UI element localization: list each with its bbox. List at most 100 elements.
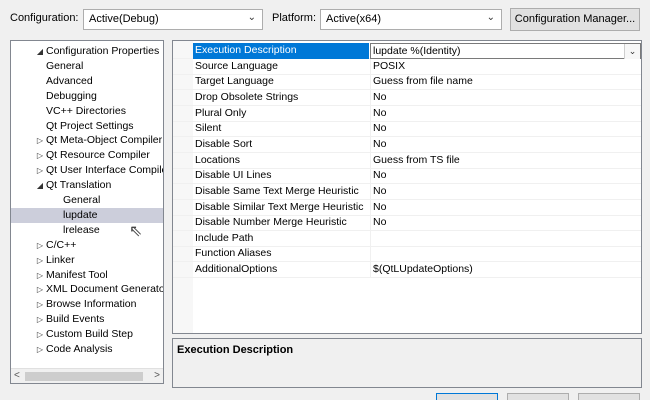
property-row[interactable]: Disable UI Lines No — [173, 168, 641, 185]
tree-item[interactable]: ▷ Qt Resource Compiler — [11, 148, 163, 163]
tree-item[interactable]: ▷ Custom Build Step — [11, 327, 163, 342]
property-name[interactable]: Locations — [193, 153, 369, 169]
tree-item[interactable]: General — [11, 59, 163, 74]
property-value[interactable]: POSIX — [370, 58, 641, 75]
cancel-button[interactable] — [507, 393, 569, 400]
tree-item-label: General — [46, 59, 84, 72]
property-value[interactable]: Guess from file name — [370, 74, 641, 91]
collapsed-arrow-icon[interactable]: ▷ — [35, 133, 45, 148]
property-name[interactable]: Source Language — [193, 59, 369, 75]
property-value[interactable]: No — [370, 105, 641, 122]
property-row[interactable]: Plural Only No — [173, 105, 641, 122]
tree-item[interactable]: VC++ Directories — [11, 104, 163, 119]
property-grid[interactable]: Execution Description lupdate %(Identity)… — [172, 40, 642, 334]
collapsed-arrow-icon[interactable]: ▷ — [35, 297, 45, 312]
tree-item[interactable]: ▷ Qt User Interface Compiler — [11, 163, 163, 178]
property-name[interactable]: Drop Obsolete Strings — [193, 90, 369, 106]
collapsed-arrow-icon[interactable]: ▷ — [35, 342, 45, 357]
property-row[interactable]: Execution Description lupdate %(Identity)… — [173, 43, 641, 59]
apply-button[interactable] — [578, 393, 640, 400]
property-row[interactable]: Locations Guess from TS file — [173, 152, 641, 169]
tree-item[interactable]: ◢ Configuration Properties — [11, 44, 163, 59]
collapsed-arrow-icon[interactable]: ▷ — [35, 148, 45, 163]
property-row[interactable]: Include Path — [173, 230, 641, 247]
tree-item[interactable]: ◢ Qt Translation — [11, 178, 163, 193]
property-row[interactable]: Silent No — [173, 121, 641, 138]
tree-item[interactable]: ▷ Browse Information — [11, 297, 163, 312]
tree-item[interactable]: ▷ Code Analysis — [11, 342, 163, 357]
property-value[interactable]: lupdate %(Identity) ⌄ — [370, 43, 641, 59]
configuration-dropdown[interactable]: Active(Debug) ⌄ — [83, 9, 263, 30]
collapsed-arrow-icon[interactable]: ▷ — [35, 282, 45, 297]
tree-item-label: Code Analysis — [46, 343, 113, 355]
property-name[interactable]: Disable Similar Text Merge Heuristic — [193, 200, 369, 216]
property-value[interactable]: Guess from TS file — [370, 152, 641, 169]
property-row[interactable]: Disable Number Merge Heuristic No — [173, 215, 641, 232]
property-name[interactable]: AdditionalOptions — [193, 262, 369, 278]
tree-item-label: lupdate — [63, 208, 98, 221]
property-value[interactable]: No — [370, 136, 641, 153]
property-value[interactable]: $(QtLUpdateOptions) — [370, 262, 641, 279]
collapsed-arrow-icon[interactable]: ▷ — [35, 163, 45, 178]
property-row[interactable]: Disable Same Text Merge Heuristic No — [173, 183, 641, 200]
tree-item[interactable]: Debugging — [11, 89, 163, 104]
property-row[interactable]: AdditionalOptions $(QtLUpdateOptions) — [173, 262, 641, 279]
horizontal-scrollbar[interactable]: < > — [11, 368, 163, 383]
property-name[interactable]: Silent — [193, 121, 369, 137]
tree-item[interactable]: ▷ Manifest Tool — [11, 268, 163, 283]
collapsed-arrow-icon[interactable]: ▷ — [35, 312, 45, 327]
platform-dropdown[interactable]: Active(x64) ⌄ — [320, 9, 502, 30]
tree-item[interactable]: ▷ Qt Meta-Object Compiler — [11, 133, 163, 148]
collapsed-arrow-icon[interactable]: ▷ — [35, 253, 45, 268]
property-value[interactable]: No — [370, 121, 641, 138]
property-value-text: Guess from TS file — [373, 153, 460, 166]
tree-item-label: General — [63, 194, 101, 206]
property-value[interactable]: No — [370, 168, 641, 185]
tree-item[interactable]: Qt Project Settings — [11, 119, 163, 134]
ok-button[interactable] — [436, 393, 498, 400]
tree-item-label: Configuration Properties — [46, 45, 160, 57]
property-row[interactable]: Target Language Guess from file name — [173, 74, 641, 91]
property-name[interactable]: Include Path — [193, 231, 369, 247]
scrollbar-thumb[interactable] — [25, 372, 143, 381]
collapsed-arrow-icon[interactable]: ▷ — [35, 238, 45, 253]
scroll-left-icon[interactable]: < — [14, 370, 20, 381]
property-name[interactable]: Target Language — [193, 74, 369, 90]
tree-item[interactable]: ▷ Build Events — [11, 312, 163, 327]
property-name[interactable]: Disable UI Lines — [193, 168, 369, 184]
tree-item[interactable]: Advanced — [11, 74, 163, 89]
property-value[interactable] — [370, 230, 641, 247]
property-value[interactable]: No — [370, 215, 641, 232]
property-row[interactable]: Drop Obsolete Strings No — [173, 89, 641, 106]
tree-item[interactable]: ▷ Linker — [11, 253, 163, 268]
chevron-down-icon[interactable]: ⌄ — [624, 44, 640, 59]
property-row[interactable]: Disable Similar Text Merge Heuristic No — [173, 199, 641, 216]
property-tree[interactable]: ◢ Configuration Properties General Advanced… — [10, 40, 164, 384]
property-value-text: No — [373, 106, 387, 119]
tree-item-label: Qt Translation — [46, 179, 112, 192]
property-row[interactable]: Function Aliases — [173, 246, 641, 263]
collapsed-arrow-icon[interactable]: ▷ — [35, 327, 45, 342]
configuration-manager-button[interactable]: Configuration Manager... — [510, 8, 640, 31]
tree-item-label: Qt Resource Compiler — [46, 149, 150, 162]
tree-item[interactable]: General — [11, 193, 163, 208]
property-value[interactable] — [370, 246, 641, 263]
property-name[interactable]: Function Aliases — [193, 246, 369, 262]
property-value[interactable]: No — [370, 199, 641, 216]
property-name[interactable]: Disable Sort — [193, 137, 369, 153]
scroll-right-icon[interactable]: > — [154, 370, 160, 381]
property-value[interactable]: No — [370, 183, 641, 200]
property-row[interactable]: Disable Sort No — [173, 136, 641, 153]
property-value-text: POSIX — [373, 59, 406, 72]
property-name[interactable]: Execution Description — [193, 43, 369, 59]
property-name[interactable]: Disable Same Text Merge Heuristic — [193, 184, 369, 200]
property-row[interactable]: Source Language POSIX — [173, 58, 641, 75]
property-value[interactable]: No — [370, 89, 641, 106]
expanded-arrow-icon[interactable]: ◢ — [35, 178, 45, 193]
collapsed-arrow-icon[interactable]: ▷ — [35, 268, 45, 283]
configuration-value: Active(Debug) — [89, 13, 159, 25]
expanded-arrow-icon[interactable]: ◢ — [35, 44, 45, 59]
tree-item[interactable]: ▷ XML Document Generator — [11, 282, 163, 297]
property-name[interactable]: Plural Only — [193, 106, 369, 122]
property-name[interactable]: Disable Number Merge Heuristic — [193, 215, 369, 231]
